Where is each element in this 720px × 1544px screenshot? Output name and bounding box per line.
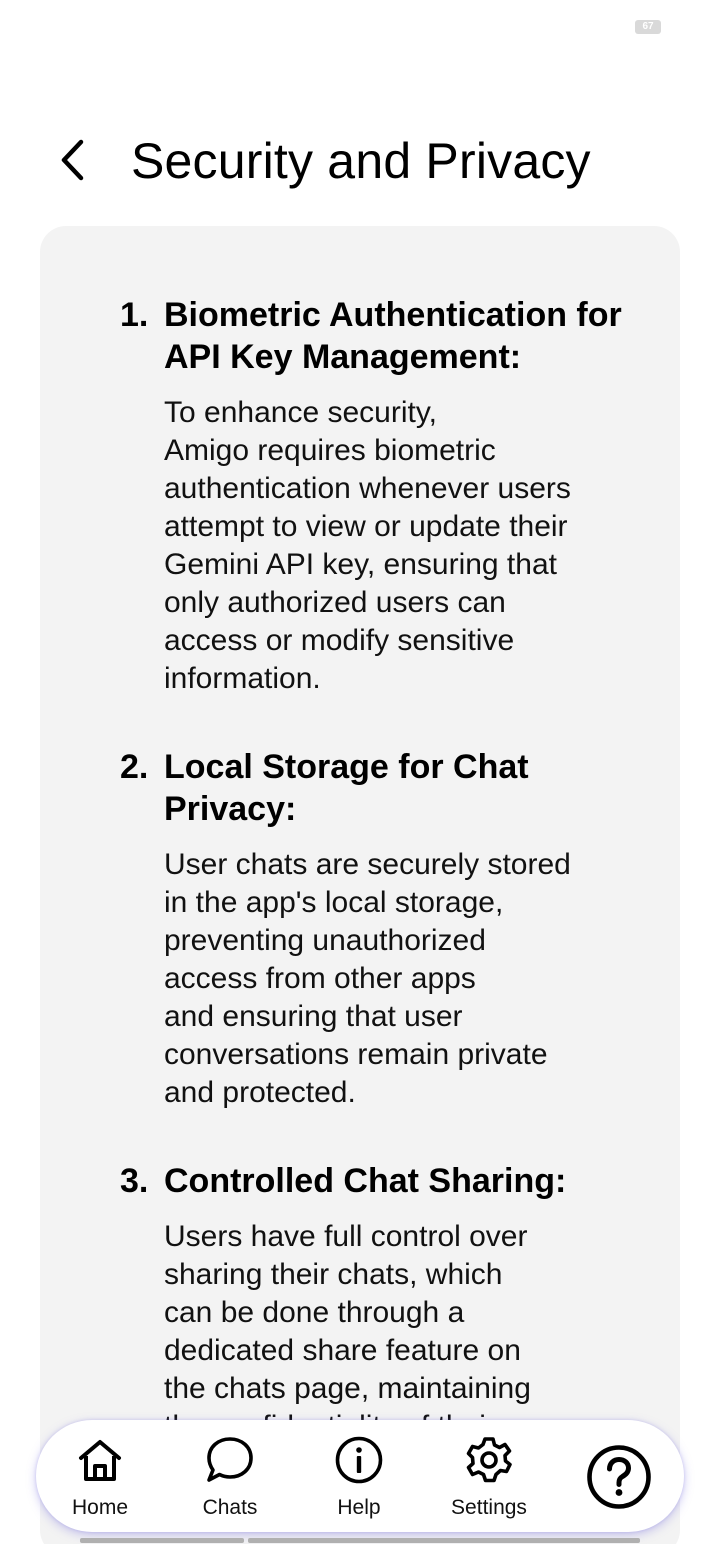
section-number: 3. (120, 1162, 149, 1200)
question-mark-icon (587, 1445, 651, 1509)
nav-home-label: Home (71, 1496, 129, 1519)
section-title: Local Storage for Chat Privacy: (164, 748, 529, 828)
nav-settings[interactable]: Settings (429, 1434, 549, 1524)
section-body: To enhance security, Amigo requires biom… (164, 396, 571, 695)
nav-settings-label: Settings (451, 1496, 527, 1519)
gesture-bar-right (248, 1538, 640, 1543)
battery-indicator: 67 (635, 20, 661, 34)
chat-bubble-icon (204, 1434, 256, 1486)
nav-help[interactable]: Help (299, 1434, 419, 1524)
gear-icon (463, 1434, 515, 1486)
section-number: 1. (120, 296, 149, 334)
section-number: 2. (120, 748, 149, 786)
content-card[interactable]: 1. Biometric Authentication for API Key … (40, 226, 680, 1544)
nav-chats[interactable]: Chats (170, 1434, 290, 1524)
gesture-bar-left (80, 1538, 244, 1543)
nav-help-label: Help (337, 1496, 381, 1519)
back-arrow-icon (61, 139, 84, 181)
header: Security and Privacy (0, 130, 720, 200)
bottom-navigation: Home Chats Help Settings (36, 1420, 684, 1532)
home-icon (74, 1434, 126, 1486)
screen: 67 Security and Privacy 1. Biometric Aut… (0, 0, 720, 1544)
section-body: User chats are securely stored in the ap… (164, 848, 571, 1109)
nav-home[interactable]: Home (40, 1434, 160, 1524)
back-button[interactable] (48, 136, 96, 184)
section-title: Biometric Authentication for API Key Man… (164, 296, 622, 376)
page-title: Security and Privacy (131, 133, 591, 189)
help-fab-button[interactable] (586, 1444, 652, 1510)
info-icon (333, 1434, 385, 1486)
section-title: Controlled Chat Sharing: (164, 1162, 567, 1200)
section-body: Users have full control over sharing the… (164, 1220, 531, 1443)
nav-chats-label: Chats (202, 1496, 258, 1519)
